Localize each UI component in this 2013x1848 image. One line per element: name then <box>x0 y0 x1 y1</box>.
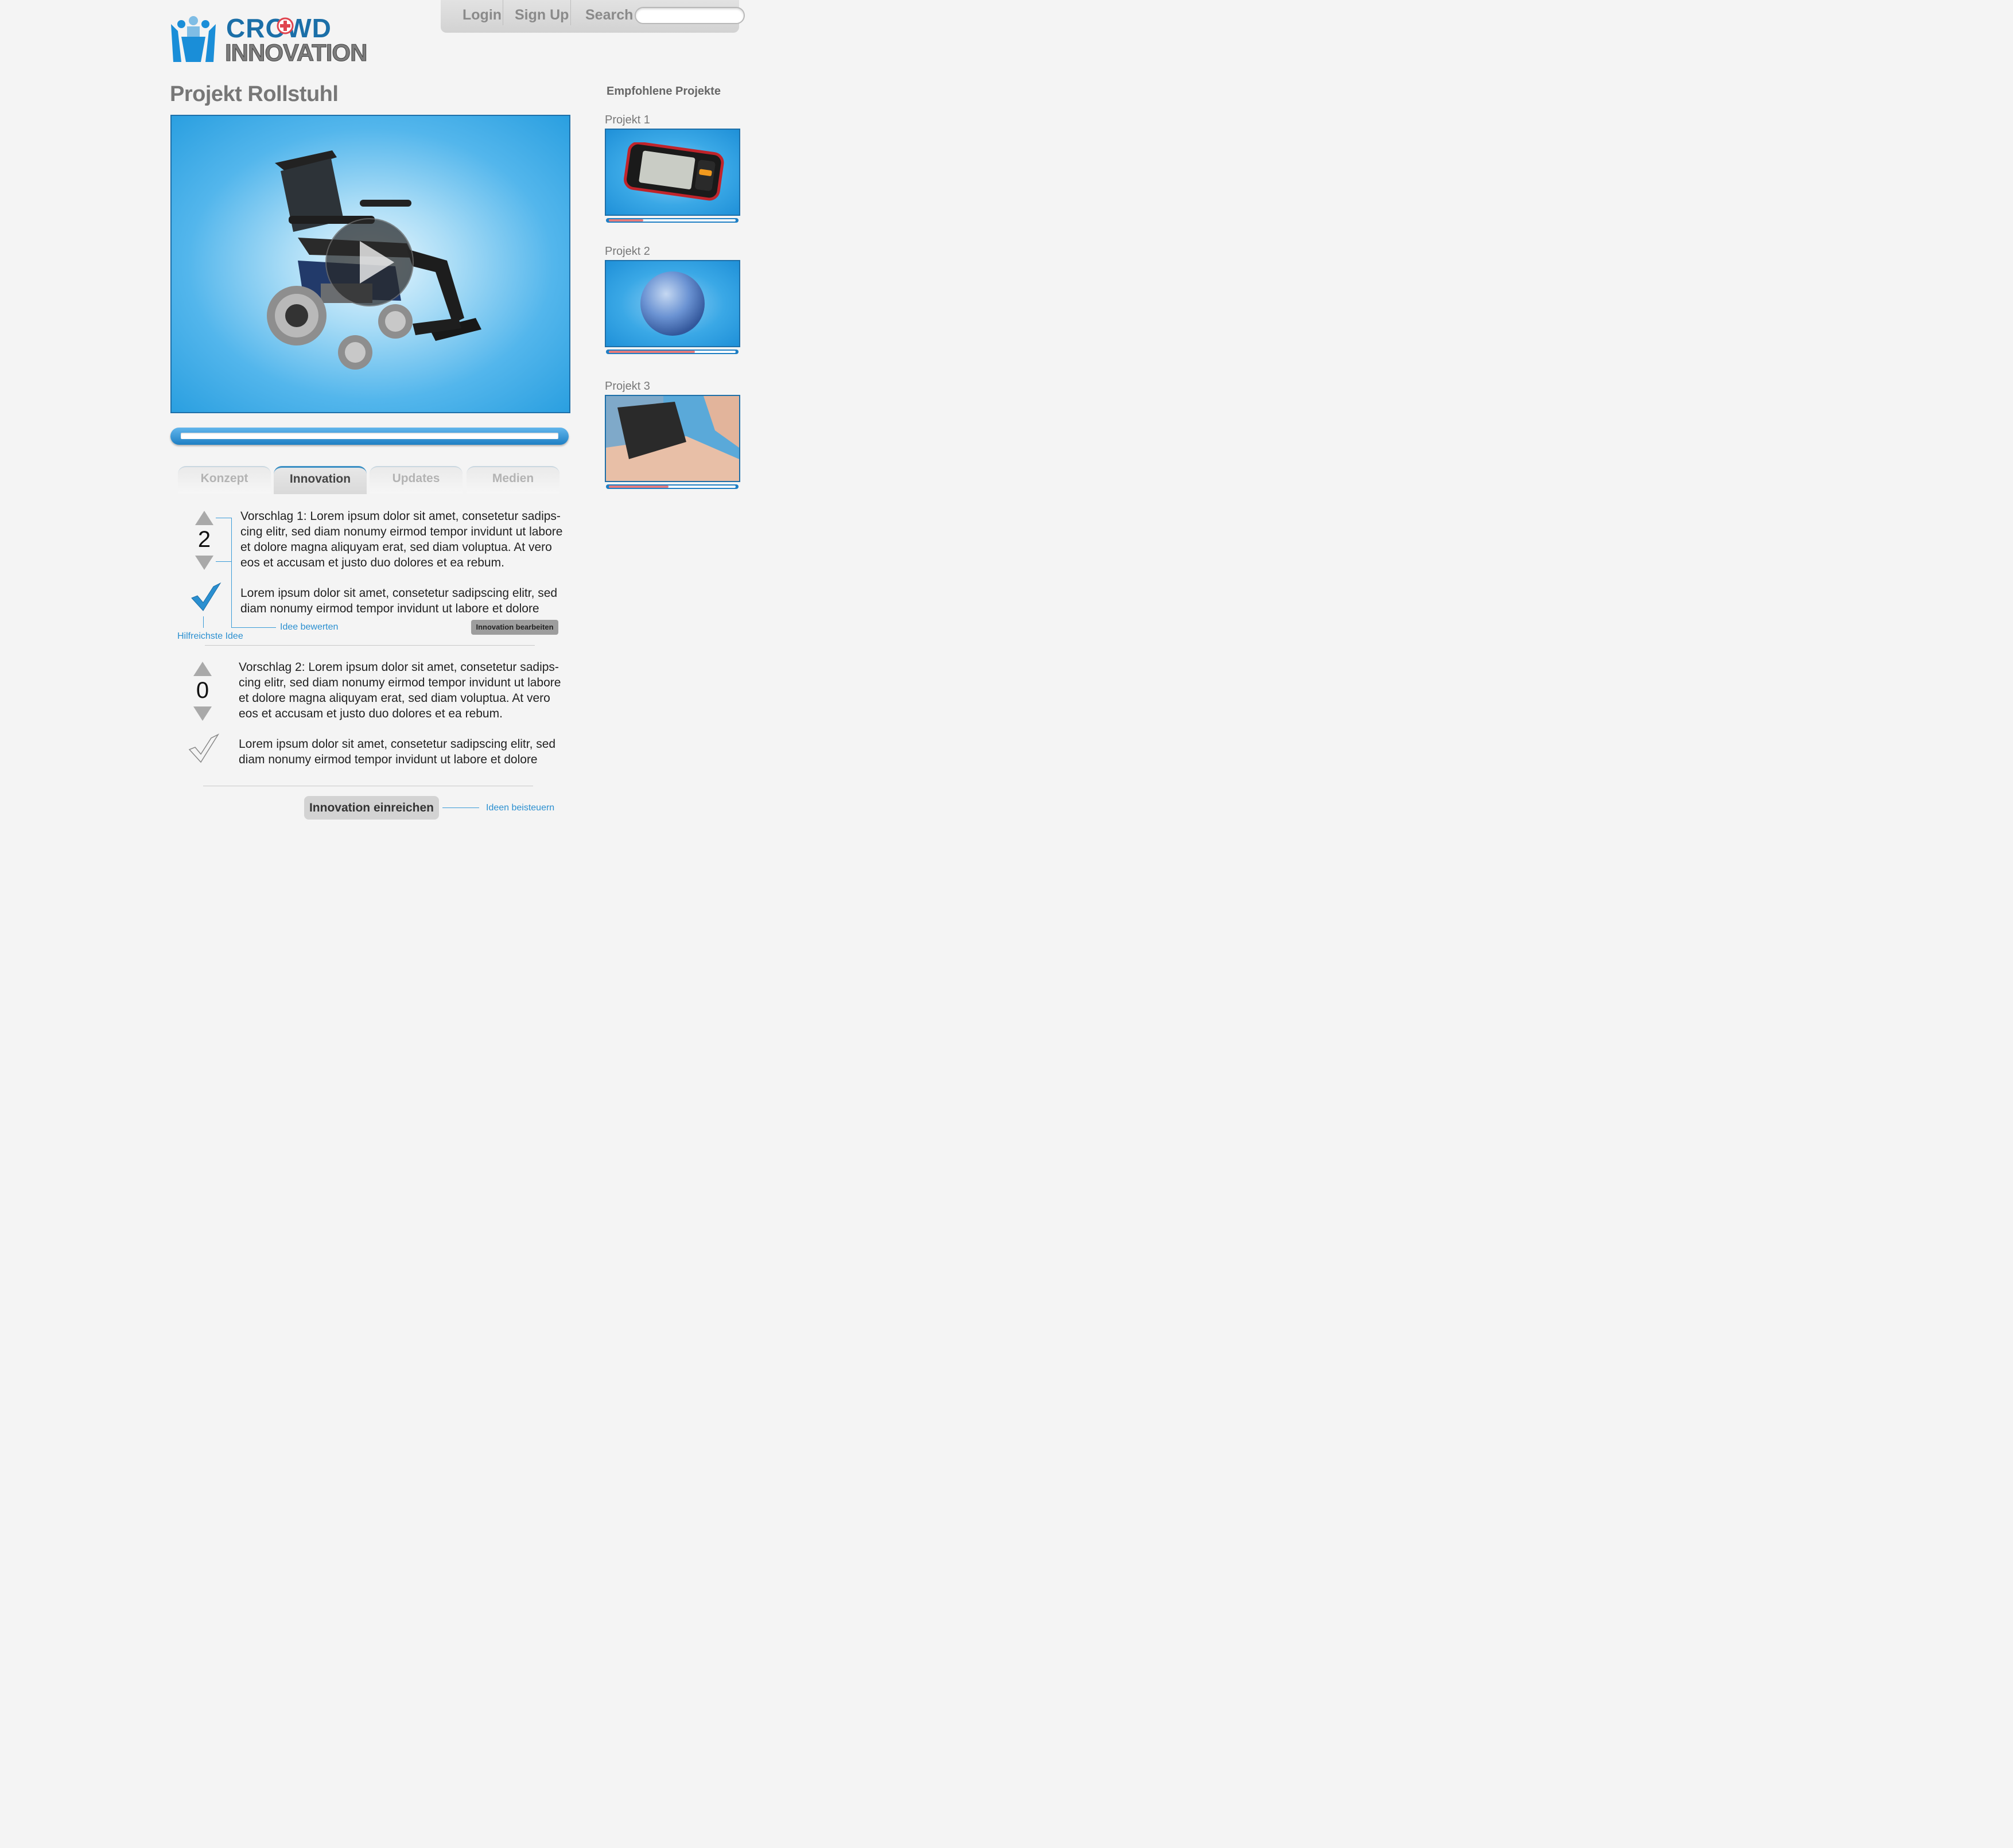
video-player[interactable] <box>170 115 570 413</box>
annotation-line <box>442 807 479 808</box>
play-icon[interactable] <box>325 218 414 306</box>
logo-innovation-text: INNOVATION <box>224 39 367 67</box>
vote-count: 2 <box>197 527 211 552</box>
proposal-text-continued: Lorem ipsum dolor sit amet, consetetur s… <box>240 587 558 615</box>
nav-divider <box>570 0 571 25</box>
contribute-ideas-annotation: Ideen beisteuern <box>486 803 555 813</box>
search-label: Search <box>585 7 634 23</box>
login-link[interactable]: Login <box>463 7 502 24</box>
annotation-line <box>231 627 276 628</box>
project-3-progress <box>606 484 739 489</box>
crowd-figures-icon <box>171 16 216 62</box>
annotation-line <box>203 616 204 628</box>
exercise-ball-image <box>640 271 705 336</box>
downvote-icon[interactable] <box>193 706 212 721</box>
rate-idea-annotation: Idee bewerten <box>280 622 339 632</box>
project-2-progress-fill <box>609 351 695 353</box>
tab-innovation[interactable]: Innovation <box>274 466 367 494</box>
page-title: Projekt Rollstuhl <box>170 82 339 106</box>
checkmark-outline-icon[interactable] <box>188 732 219 764</box>
top-navigation: Login Sign Up Search <box>441 0 745 33</box>
tab-konzept[interactable]: Konzept <box>178 466 271 494</box>
video-progress-bar[interactable] <box>170 428 569 445</box>
downvote-icon[interactable] <box>195 556 213 570</box>
project-3-card[interactable] <box>605 395 740 482</box>
project-1-progress-fill <box>609 219 643 222</box>
medical-cross-icon <box>277 17 294 34</box>
upvote-icon[interactable] <box>193 662 212 676</box>
annotation-line <box>231 518 232 627</box>
proposal-text: Vorschlag 2: Lorem ipsum dolor sit amet,… <box>239 661 561 720</box>
knee-brace-image <box>606 396 739 481</box>
tab-medien[interactable]: Medien <box>467 466 559 494</box>
project-label[interactable]: Projekt 2 <box>605 245 650 258</box>
divider <box>205 645 535 646</box>
edit-innovation-button[interactable]: Innovation bearbeiten <box>471 620 558 635</box>
upvote-icon[interactable] <box>195 511 213 525</box>
search-input[interactable] <box>635 7 745 24</box>
helpful-idea-annotation: Hilfreichste Idee <box>177 631 243 641</box>
project-1-card[interactable] <box>605 129 740 216</box>
project-2-progress <box>606 350 739 354</box>
tab-updates[interactable]: Updates <box>370 466 463 494</box>
sidebar-title: Empfohlene Projekte <box>607 85 721 98</box>
project-1-progress <box>606 218 739 223</box>
proposal-text: Vorschlag 1: Lorem ipsum dolor sit amet,… <box>240 510 563 569</box>
project-2-card[interactable] <box>605 260 740 347</box>
project-3-progress-fill <box>609 486 669 488</box>
project-label[interactable]: Projekt 3 <box>605 380 650 393</box>
checkmark-icon[interactable] <box>191 581 221 613</box>
project-label[interactable]: Projekt 1 <box>605 114 650 127</box>
logo[interactable]: CROWD INNOVATION <box>170 11 371 67</box>
annotation-line <box>216 561 232 562</box>
proposal-text-continued: Lorem ipsum dolor sit amet, consetetur s… <box>239 737 556 766</box>
submit-innovation-button[interactable]: Innovation einreichen <box>304 796 439 820</box>
vote-count: 0 <box>196 678 209 703</box>
pedometer-image <box>624 142 724 201</box>
signup-link[interactable]: Sign Up <box>515 7 569 24</box>
